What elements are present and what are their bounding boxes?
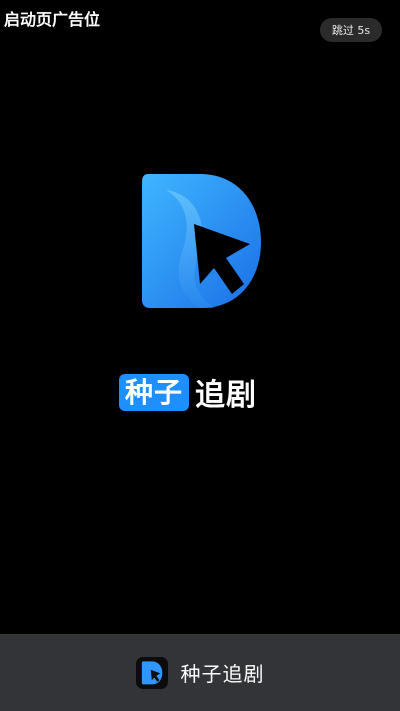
splash-screen: 启动页广告位 跳过 5s 种子 追剧 种子追剧: [0, 0, 400, 711]
play-d-logo-icon: [140, 172, 262, 312]
bottom-app-title: 种子追剧: [180, 662, 265, 686]
ad-slot-label: 启动页广告位: [4, 10, 101, 29]
app-name-logo: 种子 追剧: [119, 372, 258, 413]
bottom-brand-bar: 种子追剧: [0, 634, 400, 711]
app-name-rest: 追剧: [195, 378, 258, 413]
skip-button[interactable]: 跳过 5s: [320, 18, 382, 42]
app-logo-icon: [135, 656, 168, 689]
app-name-highlight: 种子: [119, 373, 190, 411]
